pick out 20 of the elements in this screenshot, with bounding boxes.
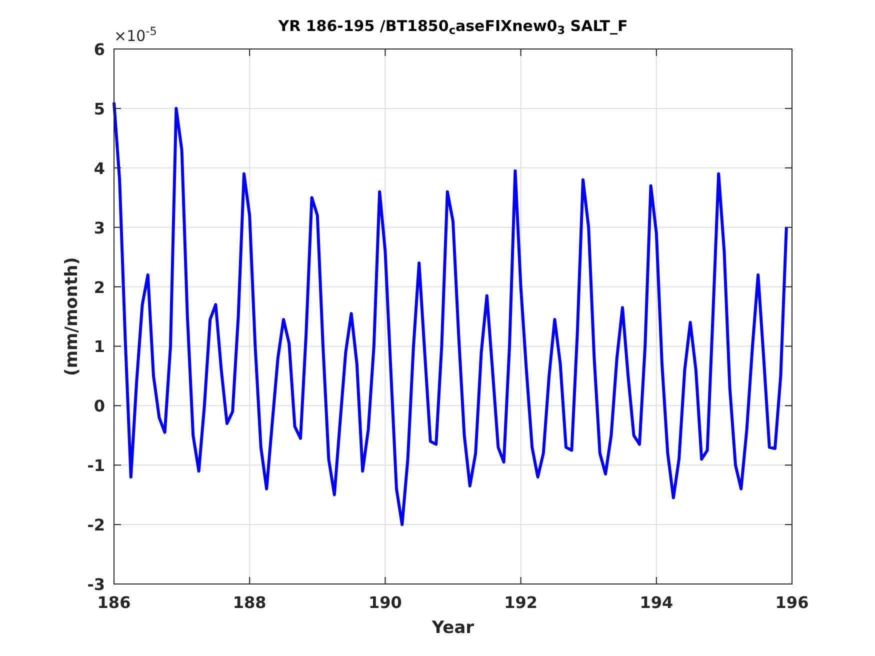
tick-label: -1 [87,456,105,476]
tick-label: -3 [87,575,105,594]
chart-title: YR 186-195 /BT1850$_{c}$aseFIXnew0$_{3}$ SALT_F [278,17,628,35]
axis-multiplier: ×10$^{-5}$ [114,28,157,44]
tick-label: 2 [94,278,105,297]
tick-label: 6 [94,40,105,59]
tick-label: 3 [94,218,105,238]
tick-label: 194 [640,593,674,612]
axis-label: Year [432,618,474,638]
axis-label: (mm/month) [62,257,82,376]
tick-label: 5 [94,99,105,118]
tick-label: 0 [94,396,105,416]
tick-label: 186 [97,593,131,612]
tick-label: 4 [94,158,105,178]
tick-label: 190 [368,593,402,612]
tick-label: -2 [87,516,105,535]
tick-label: 192 [504,593,538,612]
tick-label: 196 [775,593,809,612]
tick-label: 1 [94,337,105,356]
tick-label: 188 [232,593,266,612]
